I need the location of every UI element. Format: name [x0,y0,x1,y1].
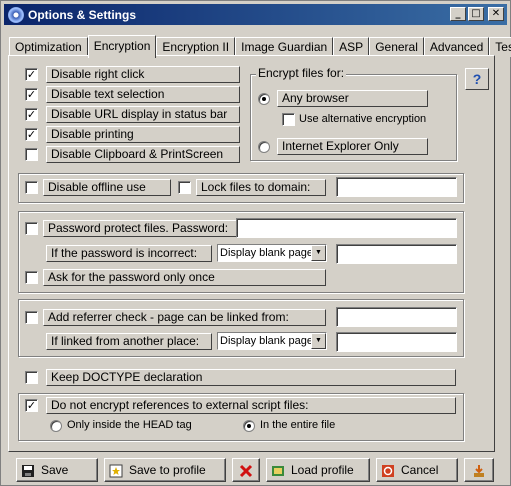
referrer-check-checkbox[interactable] [25,311,38,324]
alt-encryption-checkbox[interactable] [282,113,295,126]
disable-text-selection-checkbox[interactable]: ✓ [25,88,38,101]
download-arrow-icon [472,463,486,477]
disable-right-click-checkbox[interactable]: ✓ [25,68,38,81]
title-bar[interactable]: Options & Settings _ □ ✕ [4,4,507,25]
linked-from-select[interactable]: Display blank page ▼ [217,332,327,350]
head-only-label[interactable]: Only inside the HEAD tag [67,419,192,431]
referrer-input[interactable] [336,307,457,327]
incorrect-password-select-value: Display blank page [220,247,313,259]
no-encrypt-scripts-checkbox[interactable]: ✓ [25,399,38,412]
floppy-disk-icon [21,463,35,477]
referrer-check-label[interactable]: Add referrer check - page can be linked … [43,309,326,326]
window-controls: _ □ ✕ [450,7,504,21]
password-protect-label[interactable]: Password protect files. Password: [43,220,237,237]
load-folder-icon [271,463,285,477]
domain-input[interactable] [336,177,457,197]
linked-from-select-value: Display blank page [220,335,313,347]
load-profile-button[interactable]: Load profile [266,458,370,482]
load-profile-button-label: Load profile [291,463,354,477]
keep-doctype-checkbox[interactable] [25,371,38,384]
lock-domain-checkbox[interactable] [178,181,191,194]
linked-from-input[interactable] [336,332,457,352]
disable-printing-checkbox[interactable]: ✓ [25,128,38,141]
any-browser-radio[interactable] [258,93,270,105]
profile-star-icon [109,463,123,478]
ie-only-label[interactable]: Internet Explorer Only [277,138,428,155]
keep-doctype-label[interactable]: Keep DOCTYPE declaration [46,369,456,386]
ask-once-label[interactable]: Ask for the password only once [43,269,326,286]
tab-image-guardian[interactable]: Image Guardian [235,37,334,57]
delete-profile-button[interactable] [232,458,260,482]
lock-domain-label[interactable]: Lock files to domain: [196,179,326,196]
password-input[interactable] [236,218,457,238]
disable-clipboard-label[interactable]: Disable Clipboard & PrintScreen [46,146,240,163]
download-button[interactable] [464,458,494,482]
encrypt-for-legend: Encrypt files for: [256,66,347,80]
disable-offline-label[interactable]: Disable offline use [43,179,171,196]
incorrect-password-select[interactable]: Display blank page ▼ [217,244,327,262]
save-button[interactable]: Save [16,458,98,482]
cancel-button[interactable]: Cancel [376,458,458,482]
save-button-label: Save [41,463,69,477]
entire-file-radio[interactable] [243,420,255,432]
disable-url-display-checkbox[interactable]: ✓ [25,108,38,121]
disable-right-click-label[interactable]: Disable right click [46,66,240,83]
tab-general[interactable]: General [369,37,424,57]
disable-printing-label[interactable]: Disable printing [46,126,240,143]
help-icon[interactable]: ? [465,68,489,90]
tab-encryption-ii[interactable]: Encryption II [156,37,236,57]
tab-strip: Optimization Encryption Encryption II Im… [9,35,511,58]
tab-test[interactable]: Test [489,37,511,57]
disable-url-display-label[interactable]: Disable URL display in status bar [46,106,240,123]
any-browser-label[interactable]: Any browser [277,90,428,107]
chevron-down-icon[interactable]: ▼ [311,333,326,349]
maximize-button[interactable]: □ [468,7,484,21]
linked-from-label: If linked from another place: [46,333,212,350]
entire-file-label[interactable]: In the entire file [260,419,335,431]
window-title: Options & Settings [28,7,136,22]
tab-encryption[interactable]: Encryption [87,35,157,58]
ask-once-checkbox[interactable] [25,271,38,284]
close-button[interactable]: ✕ [488,7,504,21]
no-encrypt-scripts-label[interactable]: Do not encrypt references to external sc… [46,397,456,414]
cancel-circle-icon [381,463,395,477]
head-only-radio[interactable] [50,420,62,432]
red-x-icon [239,463,253,478]
tab-advanced[interactable]: Advanced [423,37,490,57]
password-extra-input[interactable] [336,244,457,264]
incorrect-password-label: If the password is incorrect: [46,245,212,262]
ie-only-radio[interactable] [258,141,270,153]
cancel-button-label: Cancel [401,463,439,477]
minimize-button[interactable]: _ [450,7,466,21]
password-protect-checkbox[interactable] [25,222,38,235]
disable-offline-checkbox[interactable] [25,181,38,194]
alt-encryption-label[interactable]: Use alternative encryption [299,113,426,125]
save-profile-button[interactable]: Save to profile [104,458,226,482]
save-profile-button-label: Save to profile [129,463,206,477]
disable-clipboard-checkbox[interactable] [25,148,38,161]
chevron-down-icon[interactable]: ▼ [311,245,326,261]
app-icon [8,6,24,23]
tab-asp[interactable]: ASP [333,37,370,57]
tab-optimization[interactable]: Optimization [9,37,88,57]
disable-text-selection-label[interactable]: Disable text selection [46,86,240,103]
